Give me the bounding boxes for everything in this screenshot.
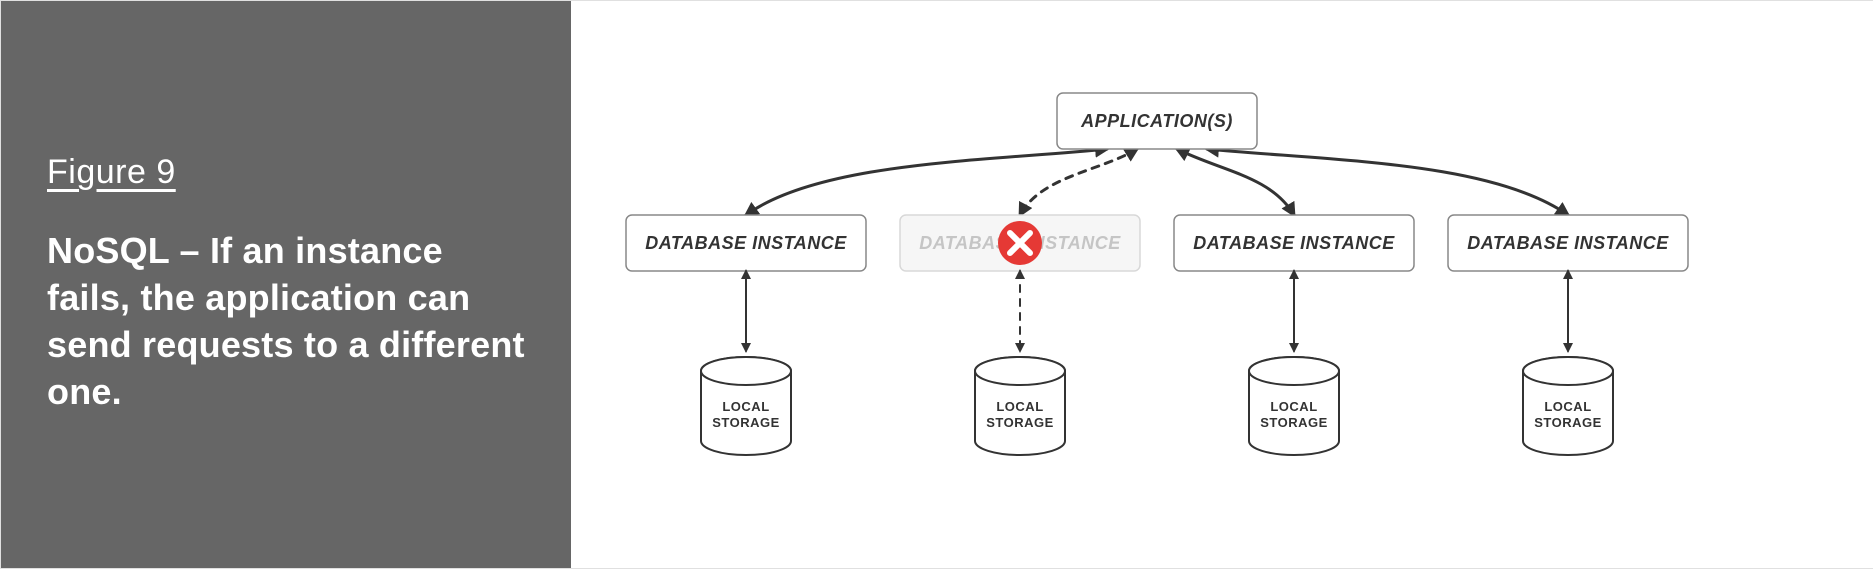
connector-app-to-instance-2-failed	[1020, 149, 1137, 215]
local-storage-2: LOCAL STORAGE	[975, 357, 1065, 455]
db-instance-3-label: DATABASE INSTANCE	[1193, 233, 1395, 253]
db-instance-1-label: DATABASE INSTANCE	[645, 233, 847, 253]
local-storage-1-label-line2: STORAGE	[712, 415, 780, 430]
local-storage-2-label-line1: LOCAL	[996, 399, 1043, 414]
figure-number: Figure 9	[47, 153, 525, 192]
db-instance-4-label: DATABASE INSTANCE	[1467, 233, 1669, 253]
architecture-diagram: APPLICATION(S) DATABASE INSTANCE DATABAS…	[571, 1, 1873, 568]
db-instance-2-failed: DATABASE INSTANCE	[900, 215, 1140, 271]
local-storage-1: LOCAL STORAGE	[701, 357, 791, 455]
figure-container: Figure 9 NoSQL – If an instance fails, t…	[0, 0, 1873, 569]
local-storage-4-label-line1: LOCAL	[1544, 399, 1591, 414]
application-label: APPLICATION(S)	[1080, 111, 1233, 131]
db-instance-4: DATABASE INSTANCE	[1448, 215, 1688, 271]
local-storage-3-label-line1: LOCAL	[1270, 399, 1317, 414]
db-instance-3: DATABASE INSTANCE	[1174, 215, 1414, 271]
local-storage-3-label-line2: STORAGE	[1260, 415, 1328, 430]
connector-app-to-instance-3	[1177, 149, 1294, 215]
caption-panel: Figure 9 NoSQL – If an instance fails, t…	[1, 1, 571, 568]
connector-app-to-instance-4	[1207, 149, 1568, 215]
diagram-panel: APPLICATION(S) DATABASE INSTANCE DATABAS…	[571, 1, 1873, 568]
connector-app-to-instance-1	[746, 149, 1107, 215]
local-storage-3: LOCAL STORAGE	[1249, 357, 1339, 455]
local-storage-1-label-line1: LOCAL	[722, 399, 769, 414]
local-storage-4-label-line2: STORAGE	[1534, 415, 1602, 430]
local-storage-2-label-line2: STORAGE	[986, 415, 1054, 430]
application-node: APPLICATION(S)	[1057, 93, 1257, 149]
error-x-icon	[998, 221, 1042, 265]
local-storage-4: LOCAL STORAGE	[1523, 357, 1613, 455]
figure-caption: NoSQL – If an instance fails, the applic…	[47, 228, 525, 415]
db-instance-1: DATABASE INSTANCE	[626, 215, 866, 271]
